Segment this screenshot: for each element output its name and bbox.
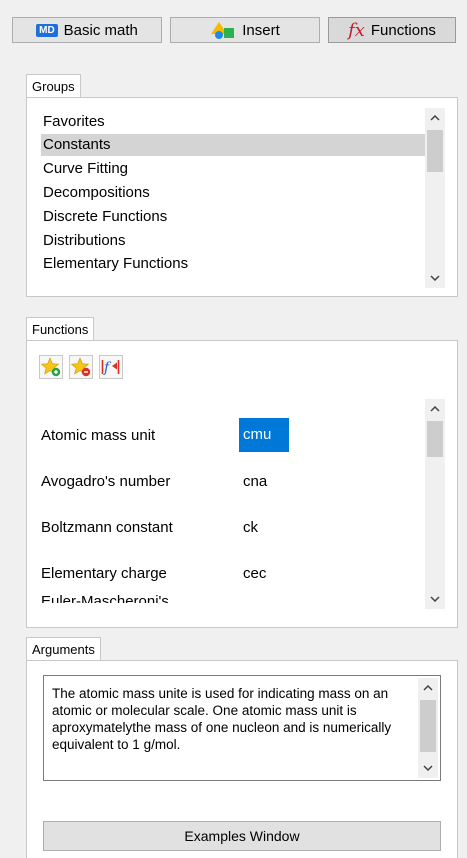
functions-panel: f Atomic mass unit cmu Avogadro's number… bbox=[26, 340, 458, 628]
fx-icon: fx bbox=[348, 19, 365, 41]
math-document-icon: MD bbox=[36, 23, 58, 37]
basic-math-button[interactable]: MD Basic math bbox=[12, 17, 162, 43]
function-code-selected[interactable]: cmu bbox=[239, 418, 289, 452]
add-favorite-icon[interactable] bbox=[39, 355, 63, 379]
description-scrollbar[interactable] bbox=[418, 678, 438, 778]
function-code[interactable]: ck bbox=[243, 519, 258, 536]
functions-tab[interactable]: Functions bbox=[26, 317, 95, 341]
arguments-tab[interactable]: Arguments bbox=[26, 637, 101, 661]
description-box[interactable]: The atomic mass unite is used for indica… bbox=[43, 675, 441, 781]
functions-scrollbar[interactable] bbox=[425, 399, 445, 609]
function-name[interactable]: Elementary charge bbox=[41, 565, 167, 582]
insert-function-icon[interactable]: f bbox=[99, 355, 123, 379]
arguments-panel: The atomic mass unite is used for indica… bbox=[26, 660, 458, 858]
scroll-up-icon[interactable] bbox=[418, 678, 438, 698]
insert-shapes-icon bbox=[210, 21, 236, 39]
group-item-constants[interactable]: Constants bbox=[41, 134, 427, 156]
function-code[interactable]: cec bbox=[243, 565, 266, 582]
scroll-up-icon[interactable] bbox=[425, 399, 445, 419]
group-item-decompositions[interactable]: Decompositions bbox=[41, 182, 427, 204]
arguments-tab-label: Arguments bbox=[32, 642, 95, 657]
groups-scrollbar[interactable] bbox=[425, 108, 445, 288]
group-item-discrete-functions[interactable]: Discrete Functions bbox=[41, 206, 427, 228]
examples-window-label: Examples Window bbox=[184, 828, 300, 844]
svg-text:f: f bbox=[103, 360, 112, 376]
scroll-down-icon[interactable] bbox=[425, 268, 445, 288]
groups-tab[interactable]: Groups bbox=[26, 74, 81, 98]
functions-label: Functions bbox=[370, 21, 436, 39]
function-name[interactable]: Euler-Mascheroni's bbox=[41, 593, 169, 603]
functions-tab-label: Functions bbox=[32, 322, 89, 337]
groups-tab-label: Groups bbox=[32, 79, 75, 94]
insert-label: Insert bbox=[242, 21, 280, 39]
basic-math-label: Basic math bbox=[63, 21, 138, 39]
groups-panel: Favorites Constants Curve Fitting Decomp… bbox=[26, 97, 458, 297]
examples-window-button[interactable]: Examples Window bbox=[43, 821, 441, 851]
group-item-favorites[interactable]: Favorites bbox=[41, 111, 427, 133]
remove-favorite-icon[interactable] bbox=[69, 355, 93, 379]
function-name[interactable]: Boltzmann constant bbox=[41, 519, 173, 536]
insert-button[interactable]: Insert bbox=[170, 17, 320, 43]
group-item-curve-fitting[interactable]: Curve Fitting bbox=[41, 158, 427, 180]
description-text: The atomic mass unite is used for indica… bbox=[52, 686, 392, 752]
scroll-down-icon[interactable] bbox=[418, 758, 438, 778]
function-name[interactable]: Avogadro's number bbox=[41, 473, 170, 490]
function-code[interactable]: cna bbox=[243, 473, 267, 490]
group-item-elementary-functions[interactable]: Elementary Functions bbox=[41, 253, 427, 275]
scroll-down-icon[interactable] bbox=[425, 589, 445, 609]
scroll-up-icon[interactable] bbox=[425, 108, 445, 128]
functions-button[interactable]: fx Functions bbox=[328, 17, 456, 43]
groups-scroll-thumb[interactable] bbox=[427, 130, 443, 172]
description-scroll-thumb[interactable] bbox=[420, 700, 436, 752]
functions-scroll-thumb[interactable] bbox=[427, 421, 443, 457]
group-item-distributions[interactable]: Distributions bbox=[41, 230, 427, 252]
function-row-clip: Euler-Mascheroni's bbox=[27, 589, 423, 603]
function-name[interactable]: Atomic mass unit bbox=[41, 427, 155, 444]
